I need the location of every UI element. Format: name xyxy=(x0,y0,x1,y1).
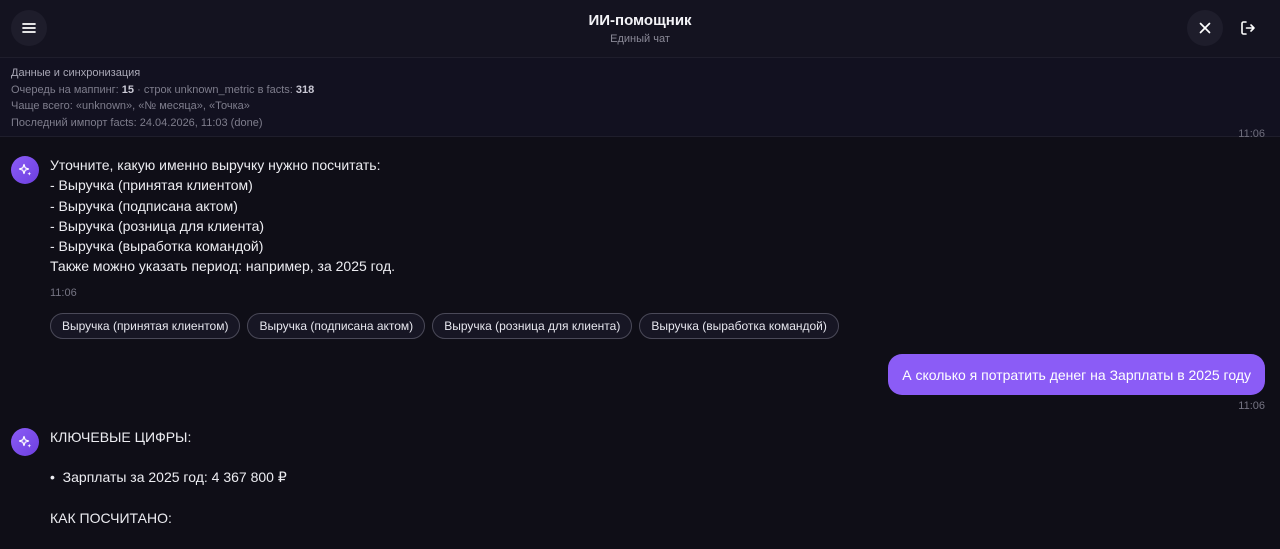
message-line: Уточните, какую именно выручку нужно пос… xyxy=(50,157,381,173)
message-time: 11:06 xyxy=(1238,128,1265,140)
assistant-avatar xyxy=(11,428,39,456)
sparkle-icon xyxy=(18,435,32,448)
sparkle-icon xyxy=(18,163,32,176)
logout-icon xyxy=(1241,21,1255,35)
close-button[interactable] xyxy=(1187,10,1223,46)
message-line: Также можно указать период: например, за… xyxy=(50,258,396,275)
assistant-message: Уточните, какую именно выручку нужно пос… xyxy=(50,155,395,277)
suggestion-chip[interactable]: Выручка (розница для клиента) xyxy=(432,313,633,339)
message-line: - Выручка (подписана актом) xyxy=(50,197,238,214)
message-time: 11:06 xyxy=(1238,400,1265,412)
close-icon xyxy=(1199,22,1211,34)
assistant-avatar xyxy=(11,156,39,184)
last-import: Последний импорт facts: 24.04.2026, 11:0… xyxy=(11,116,263,129)
suggestion-chip[interactable]: Выручка (подписана актом) xyxy=(247,313,426,339)
page-title: ИИ-помощник xyxy=(588,12,692,29)
sync-title: Данные и синхронизация xyxy=(11,67,141,79)
unknown-count: 318 xyxy=(295,83,315,96)
key-figure-salaries: • Зарплаты за 2025 год: 4 367 800 ₽ xyxy=(50,469,287,486)
sync-panel: Данные и синхронизация Очередь на маппин… xyxy=(0,58,1280,137)
message-line: - Выручка (розница для клиента) xyxy=(50,217,265,234)
message-line: - Выручка (выработка командой) xyxy=(50,238,264,255)
assistant-message: КЛЮЧЕВЫЕ ЦИФРЫ: • Зарплаты за 2025 год: … xyxy=(50,427,287,528)
suggestion-chip[interactable]: Выручка (выработка командой) xyxy=(639,313,839,339)
unknown-label: · строк unknown_metric в facts: xyxy=(134,83,296,96)
calculation-heading: КАК ПОСЧИТАНО: xyxy=(50,509,172,526)
suggestion-chip[interactable]: Выручка (принятая клиентом) xyxy=(50,313,241,339)
frequent-unknowns: Чаще всего: «unknown», «№ месяца», «Точк… xyxy=(11,100,250,112)
app-header: ИИ-помощник Единый чат xyxy=(0,0,1280,58)
key-figures-heading: КЛЮЧЕВЫЕ ЦИФРЫ: xyxy=(50,429,192,445)
logout-button[interactable] xyxy=(1230,10,1266,46)
queue-count: 15 xyxy=(121,83,135,96)
message-time: 11:06 xyxy=(50,287,77,299)
queue-label: Очередь на маппинг: xyxy=(11,83,122,96)
suggestion-chips: Выручка (принятая клиентом) Выручка (под… xyxy=(50,313,839,339)
mapping-queue-line: Очередь на маппинг: 15 · строк unknown_m… xyxy=(11,82,1269,99)
message-line: - Выручка (принятая клиентом) xyxy=(50,177,253,194)
user-message: А сколько я потратить денег на Зарплаты … xyxy=(888,354,1265,395)
page-subtitle: Единый чат xyxy=(610,33,670,45)
